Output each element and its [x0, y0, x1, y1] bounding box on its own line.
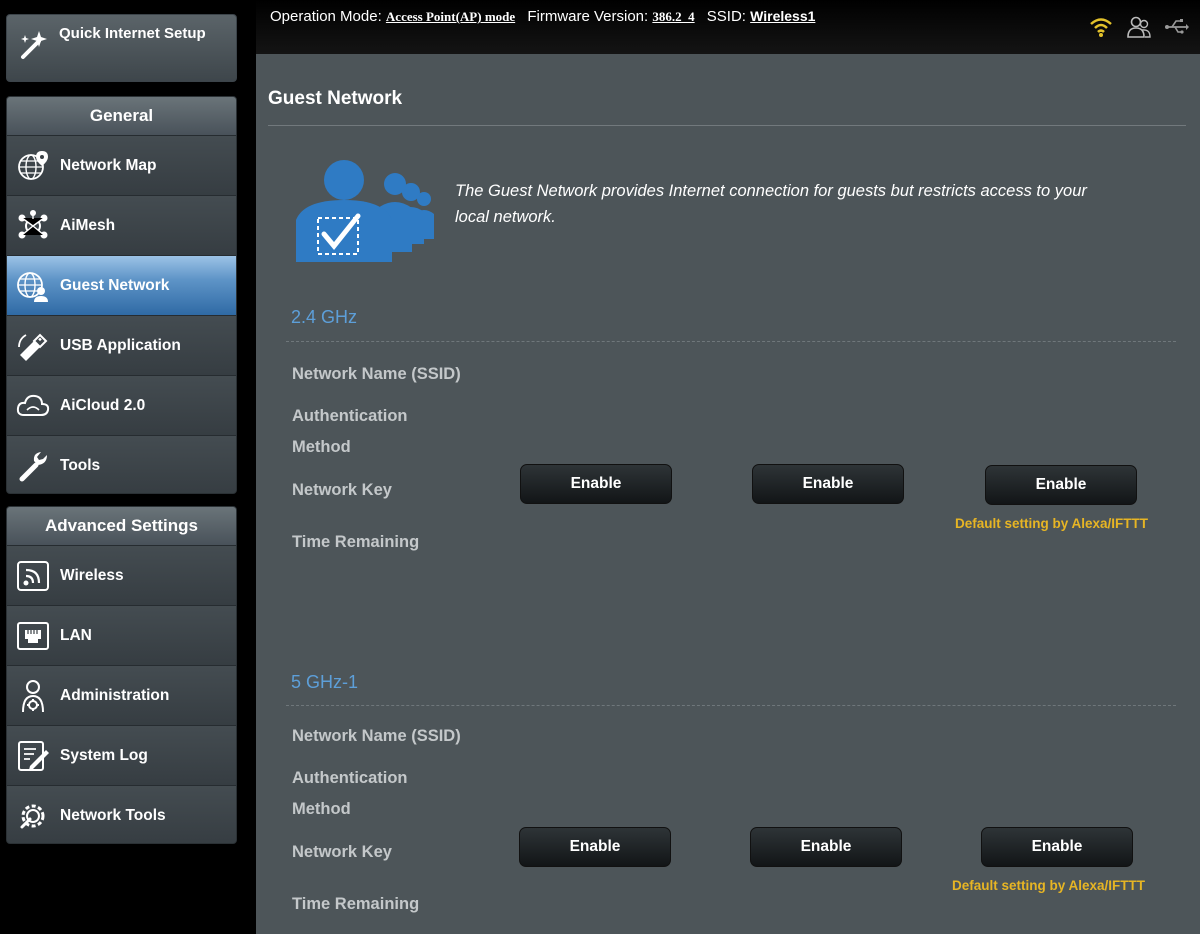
advanced-settings-header: Advanced Settings [7, 507, 236, 545]
sidebar-item-lan[interactable]: LAN [7, 605, 236, 665]
sidebar-item-label: Wireless [60, 566, 124, 584]
status-info: Operation Mode: Access Point(AP) mode Fi… [270, 8, 823, 25]
admin-icon [16, 679, 50, 713]
auth-label: Authentication [292, 769, 408, 787]
network-tools-icon [16, 799, 50, 833]
band-divider [286, 705, 1176, 706]
general-menu: General Network Map AiMesh Guest Network… [6, 96, 237, 494]
main-content: Guest Network The Guest Network provides… [256, 54, 1200, 934]
time-remaining-label: Time Remaining [292, 533, 420, 551]
usb-stick-icon [16, 329, 50, 363]
sidebar-item-aimesh[interactable]: AiMesh [7, 195, 236, 255]
auth-method-label: Method [292, 438, 351, 456]
sidebar-item-administration[interactable]: Administration [7, 665, 236, 725]
sidebar-item-label: Network Map [60, 156, 157, 174]
firmware-label: Firmware Version: [527, 8, 649, 25]
sidebar-item-system-log[interactable]: System Log [7, 725, 236, 785]
enable-button-5g-3[interactable]: Enable [981, 827, 1133, 867]
wifi-icon[interactable] [1088, 14, 1114, 40]
enable-button-2g-2[interactable]: Enable [752, 464, 904, 504]
wrench-icon [16, 449, 50, 483]
ssid-label: Network Name (SSID) [292, 365, 461, 383]
sidebar-item-label: Administration [60, 686, 170, 704]
firmware-version-link[interactable]: 386.2_4 [652, 9, 694, 24]
enable-button-2g-3[interactable]: Enable [985, 465, 1137, 505]
quick-internet-setup-button[interactable]: Quick Internet Setup [6, 14, 237, 82]
band-divider [286, 341, 1176, 342]
sidebar-item-tools[interactable]: Tools [7, 435, 236, 493]
guest-globe-icon [16, 269, 50, 303]
auth-label: Authentication [292, 407, 408, 425]
sidebar-item-label: Guest Network [60, 276, 170, 294]
alexa-default-note: Default setting by Alexa/IFTTT [952, 878, 1146, 893]
network-key-label: Network Key [292, 843, 392, 861]
sidebar-item-network-map[interactable]: Network Map [7, 135, 236, 195]
time-remaining-label: Time Remaining [292, 895, 420, 913]
wizard-icon [17, 27, 53, 63]
usb-icon[interactable] [1164, 14, 1190, 40]
network-key-label: Network Key [292, 481, 392, 499]
auth-method-label: Method [292, 800, 351, 818]
title-divider [268, 125, 1186, 126]
sidebar-item-aicloud[interactable]: AiCloud 2.0 [7, 375, 236, 435]
sidebar-item-network-tools[interactable]: Network Tools [7, 785, 236, 843]
sidebar-item-label: LAN [60, 626, 92, 644]
sidebar-item-label: AiMesh [60, 216, 116, 234]
mesh-icon [16, 209, 50, 243]
enable-button-5g-2[interactable]: Enable [750, 827, 902, 867]
globe-pin-icon [16, 149, 50, 183]
quick-setup-label: Quick Internet Setup [59, 25, 206, 42]
general-header: General [7, 97, 236, 135]
enable-button-2g-1[interactable]: Enable [520, 464, 672, 504]
sidebar-item-label: USB Application [60, 336, 181, 354]
alexa-default-note: Default setting by Alexa/IFTTT [955, 516, 1149, 531]
operation-mode-label: Operation Mode: [270, 8, 382, 25]
band-title-5g: 5 GHz-1 [291, 672, 359, 692]
sidebar-item-label: AiCloud 2.0 [60, 396, 146, 414]
lan-icon [16, 619, 50, 653]
cloud-icon [16, 389, 50, 423]
top-bar: Operation Mode: Access Point(AP) mode Fi… [256, 0, 1200, 54]
sidebar-item-label: Network Tools [60, 806, 166, 824]
sidebar-item-usb-application[interactable]: USB Application [7, 315, 236, 375]
sidebar-item-label: Tools [60, 456, 101, 474]
wireless-icon [16, 559, 50, 593]
guest-users-icon [292, 154, 442, 264]
ssid-label: Network Name (SSID) [292, 727, 461, 745]
page-title: Guest Network [268, 88, 403, 109]
users-icon[interactable] [1126, 14, 1152, 40]
ssid-link[interactable]: Wireless1 [750, 8, 815, 24]
sidebar-item-label: System Log [60, 746, 148, 764]
advanced-settings-menu: Advanced Settings Wireless LAN Administr… [6, 506, 237, 844]
log-icon [16, 739, 50, 773]
ssid-label: SSID: [706, 8, 746, 25]
sidebar-item-wireless[interactable]: Wireless [7, 545, 236, 605]
guest-network-description: The Guest Network provides Internet conn… [455, 182, 1087, 226]
band-title-2g: 2.4 GHz [291, 307, 358, 327]
sidebar-item-guest-network[interactable]: Guest Network [7, 255, 236, 315]
enable-button-5g-1[interactable]: Enable [519, 827, 671, 867]
operation-mode-link[interactable]: Access Point(AP) mode [386, 9, 515, 24]
